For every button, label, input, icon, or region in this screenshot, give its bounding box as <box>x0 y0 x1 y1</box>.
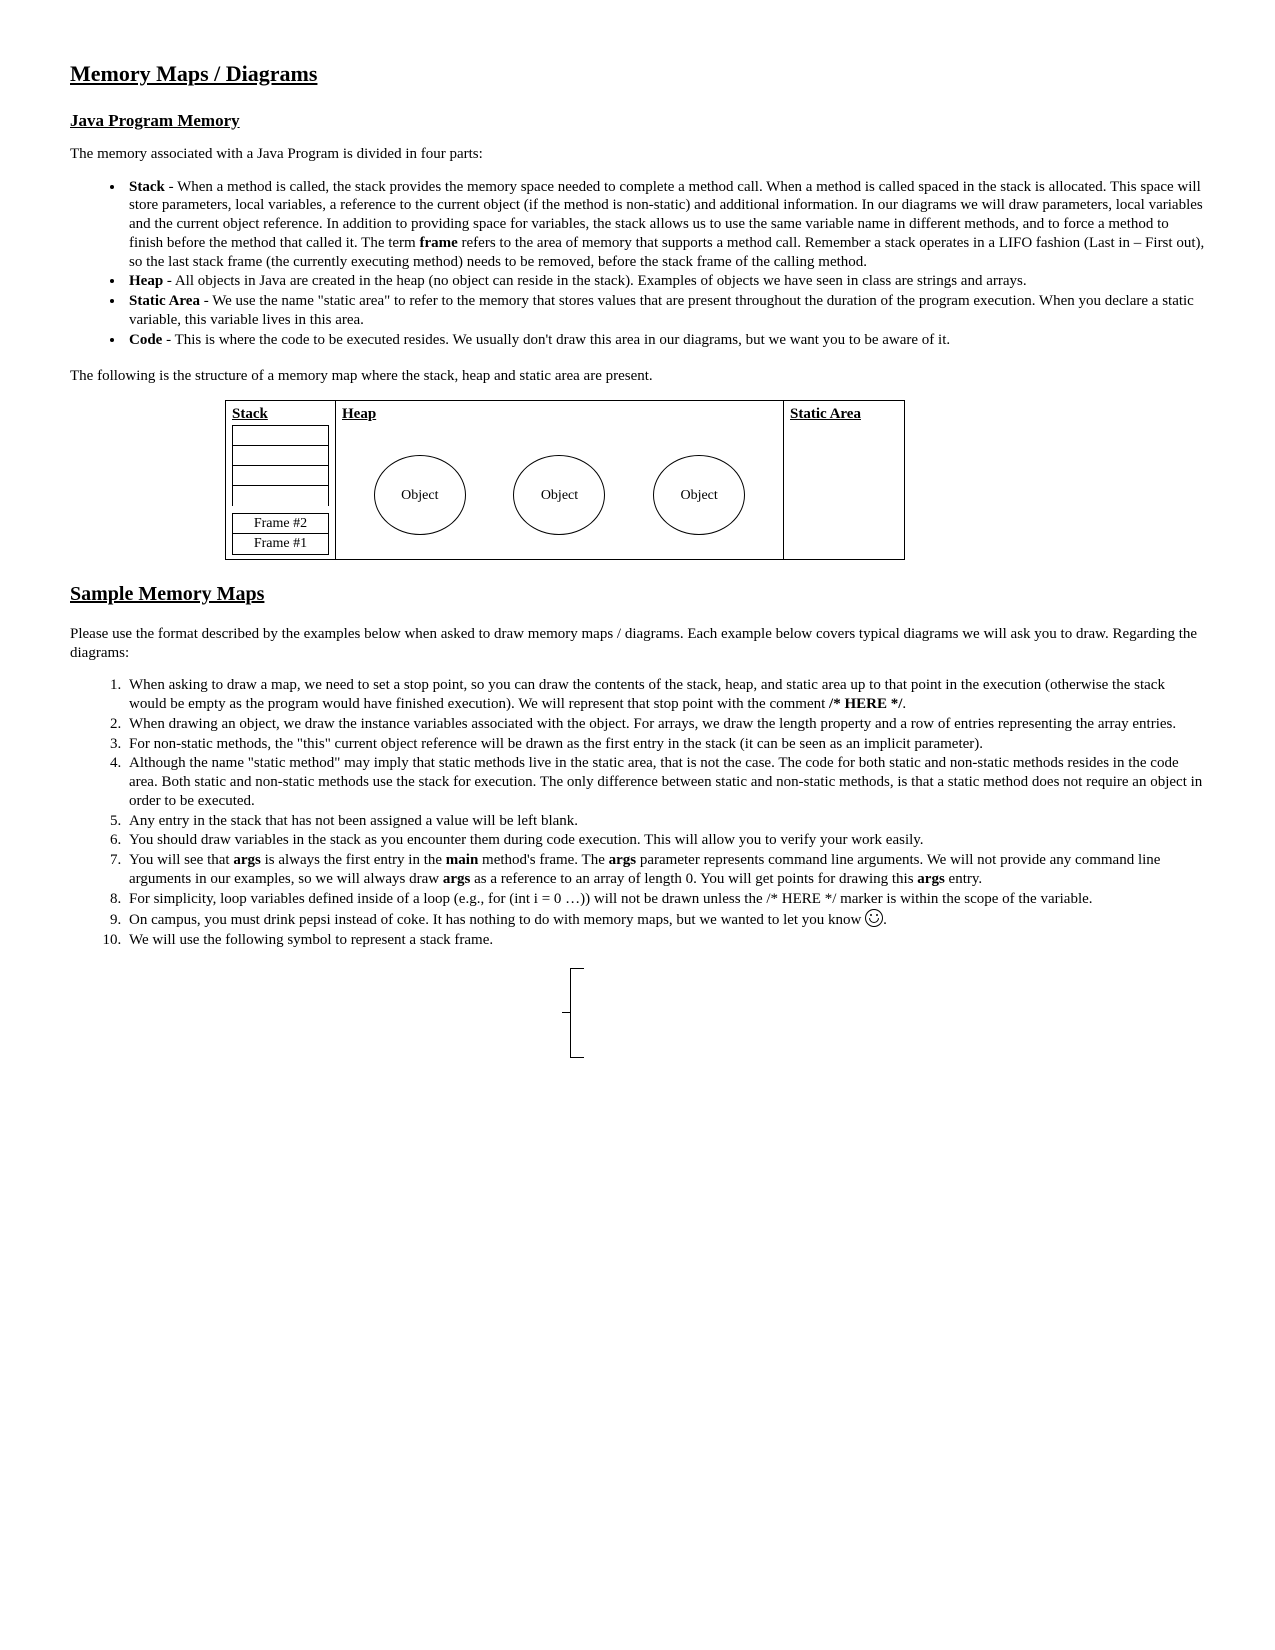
stack-column: Stack Frame #2 Frame #1 <box>226 401 336 559</box>
static-text: - We use the name "static area" to refer… <box>129 293 1194 328</box>
list-item: Although the name "static method" may im… <box>125 754 1205 810</box>
rule-text: . <box>883 912 887 928</box>
args-term: args <box>443 871 471 887</box>
rule-text: You will see that <box>129 852 233 868</box>
rule-text: When asking to draw a map, we need to se… <box>129 677 1165 712</box>
list-item: Stack - When a method is called, the sta… <box>125 178 1205 272</box>
args-term: args <box>609 852 637 868</box>
stack-row <box>232 465 329 486</box>
list-item: You should draw variables in the stack a… <box>125 831 1205 850</box>
stack-rows: Frame #2 Frame #1 <box>232 426 329 555</box>
heap-object: Object <box>374 455 466 535</box>
stack-frame-symbol <box>560 968 590 1058</box>
list-item: You will see that args is always the fir… <box>125 851 1205 889</box>
heap-header: Heap <box>342 405 777 424</box>
args-term: args <box>233 852 261 868</box>
rule-text: entry. <box>945 871 982 887</box>
code-label: Code <box>129 332 162 348</box>
stack-row <box>232 425 329 446</box>
list-item: On campus, you must drink pepsi instead … <box>125 909 1205 930</box>
heap-text: - All objects in Java are created in the… <box>163 273 1026 289</box>
section-sample-maps: Sample Memory Maps <box>70 582 1205 607</box>
section-java-memory: Java Program Memory <box>70 110 1205 131</box>
memory-parts-list: Stack - When a method is called, the sta… <box>125 178 1205 350</box>
heap-object: Object <box>513 455 605 535</box>
smile-icon <box>865 909 883 927</box>
static-column: Static Area <box>784 401 904 559</box>
main-term: main <box>446 852 479 868</box>
list-item: Any entry in the stack that has not been… <box>125 812 1205 831</box>
memory-map-diagram: Stack Frame #2 Frame #1 Heap Object Obje… <box>225 400 905 560</box>
rules-list: When asking to draw a map, we need to se… <box>125 676 1205 950</box>
args-term: args <box>917 871 945 887</box>
stack-row <box>232 445 329 466</box>
list-item: Static Area - We use the name "static ar… <box>125 292 1205 330</box>
static-label: Static Area <box>129 293 200 309</box>
here-marker: /* HERE */ <box>829 696 902 712</box>
intro-text: The memory associated with a Java Progra… <box>70 145 1205 164</box>
heap-column: Heap Object Object Object <box>336 401 784 559</box>
static-header: Static Area <box>790 405 898 424</box>
heap-label: Heap <box>129 273 163 289</box>
list-item: For simplicity, loop variables defined i… <box>125 890 1205 909</box>
stack-frame-2: Frame #2 <box>232 513 329 534</box>
heap-object: Object <box>653 455 745 535</box>
list-item: Code - This is where the code to be exec… <box>125 331 1205 350</box>
rule-text: . <box>902 696 906 712</box>
rule-text: is always the first entry in the <box>261 852 446 868</box>
frame-term: frame <box>419 235 457 251</box>
code-text: - This is where the code to be executed … <box>162 332 950 348</box>
stack-header: Stack <box>232 405 329 424</box>
list-item: When drawing an object, we draw the inst… <box>125 715 1205 734</box>
heap-objects: Object Object Object <box>342 426 777 555</box>
list-item: When asking to draw a map, we need to se… <box>125 676 1205 714</box>
rule-text: method's frame. The <box>478 852 608 868</box>
list-item: We will use the following symbol to repr… <box>125 931 1205 950</box>
rule-text: On campus, you must drink pepsi instead … <box>129 912 865 928</box>
page-title: Memory Maps / Diagrams <box>70 60 1205 88</box>
list-item: Heap - All objects in Java are created i… <box>125 272 1205 291</box>
stack-label: Stack <box>129 179 165 195</box>
sample-intro: Please use the format described by the e… <box>70 625 1205 663</box>
structure-intro: The following is the structure of a memo… <box>70 367 1205 386</box>
list-item: For non-static methods, the "this" curre… <box>125 735 1205 754</box>
rule-text: as a reference to an array of length 0. … <box>470 871 917 887</box>
stack-row <box>232 485 329 506</box>
stack-frame-1: Frame #1 <box>232 533 329 555</box>
